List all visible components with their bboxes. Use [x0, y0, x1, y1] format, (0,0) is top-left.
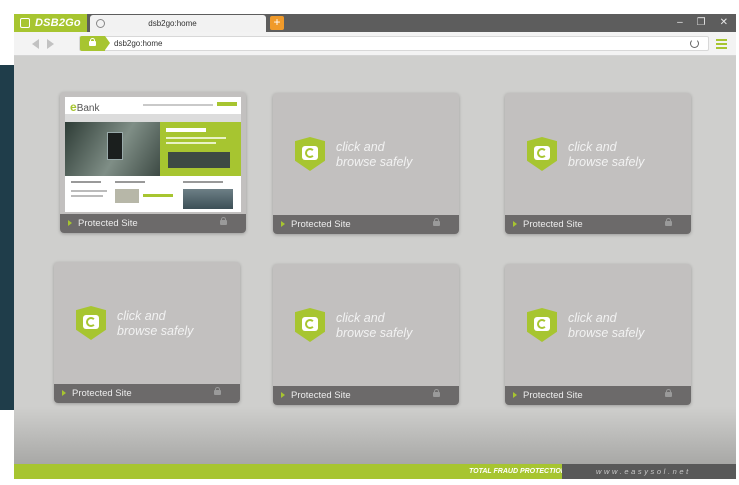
- speed-dial-area: eBank Protected Site click and browse sa…: [14, 56, 736, 464]
- speed-dial-tile-5[interactable]: click and browse safely Protected Site: [273, 264, 459, 405]
- shield-icon: [76, 306, 106, 340]
- window-controls: – ❐ ✕: [677, 15, 728, 31]
- tile-prompt: click and browse safely: [336, 311, 413, 340]
- tile-status-bar: Protected Site: [505, 215, 691, 234]
- arrow-icon: [281, 221, 285, 227]
- secure-lock-badge: [80, 36, 110, 51]
- lock-icon: [214, 387, 221, 395]
- shield-icon: [527, 137, 557, 171]
- arrow-icon: [281, 392, 285, 398]
- url-input[interactable]: dsb2go:home: [79, 36, 709, 51]
- title-bar: DSB2Go dsb2go:home + – ❐ ✕: [14, 14, 736, 32]
- tile-label: Protected Site: [523, 219, 583, 230]
- new-tab-button[interactable]: +: [270, 16, 284, 30]
- close-button[interactable]: ✕: [720, 15, 728, 31]
- site-thumbnail: eBank: [65, 97, 241, 212]
- brand-logo[interactable]: DSB2Go: [14, 14, 87, 32]
- tab-title: dsb2go:home: [148, 19, 197, 28]
- address-bar: dsb2go:home: [14, 32, 736, 56]
- site-logo: eBank: [70, 100, 100, 114]
- tile-label: Protected Site: [78, 218, 138, 229]
- tile-label: Protected Site: [523, 390, 583, 401]
- speed-dial-tile-2[interactable]: click and browse safely Protected Site: [273, 93, 459, 234]
- tile-status-bar: Protected Site: [505, 386, 691, 405]
- tile-label: Protected Site: [72, 388, 132, 399]
- shield-icon: [295, 308, 325, 342]
- tile-prompt: click and browse safely: [568, 140, 645, 169]
- tile-prompt: click and browse safely: [117, 309, 194, 338]
- refresh-icon[interactable]: [690, 39, 699, 48]
- background-side-panel: [0, 65, 14, 410]
- menu-icon[interactable]: [716, 39, 727, 51]
- lock-icon: [220, 217, 227, 225]
- minimize-button[interactable]: –: [677, 15, 683, 31]
- tile-prompt: click and browse safely: [568, 311, 645, 340]
- tile-status-bar: Protected Site: [273, 215, 459, 234]
- speed-dial-tile-3[interactable]: click and browse safely Protected Site: [505, 93, 691, 234]
- arrow-icon: [513, 392, 517, 398]
- tile-label: Protected Site: [291, 219, 351, 230]
- shield-icon: [527, 308, 557, 342]
- shield-icon: [295, 137, 325, 171]
- tile-status-bar: Protected Site: [54, 384, 240, 403]
- tile-status-bar: Protected Site: [273, 386, 459, 405]
- tab-home[interactable]: dsb2go:home: [90, 15, 266, 32]
- back-button[interactable]: [32, 39, 39, 49]
- url-text: dsb2go:home: [114, 39, 163, 48]
- footer-brand: TOTAL FRAUD PROTECTION®: [469, 468, 571, 475]
- arrow-icon: [62, 390, 66, 396]
- restore-button[interactable]: ❐: [697, 15, 706, 31]
- lock-icon: [433, 389, 440, 397]
- footer-bar: TOTAL FRAUD PROTECTION® www.easysol.net: [14, 464, 736, 479]
- app-icon: [20, 18, 30, 28]
- browser-window: DSB2Go dsb2go:home + – ❐ ✕ dsb2go:home e…: [14, 14, 736, 479]
- globe-icon: [96, 19, 105, 28]
- speed-dial-tile-1[interactable]: eBank Protected Site: [60, 92, 246, 233]
- tile-label: Protected Site: [291, 390, 351, 401]
- arrow-icon: [68, 220, 72, 226]
- lock-icon: [665, 389, 672, 397]
- lock-icon: [665, 218, 672, 226]
- lock-icon: [433, 218, 440, 226]
- speed-dial-tile-4[interactable]: click and browse safely Protected Site: [54, 262, 240, 403]
- forward-button[interactable]: [47, 39, 54, 49]
- speed-dial-tile-6[interactable]: click and browse safely Protected Site: [505, 264, 691, 405]
- footer-url[interactable]: www.easysol.net: [596, 464, 691, 479]
- arrow-icon: [513, 221, 517, 227]
- brand-name: DSB2Go: [35, 17, 81, 29]
- tile-status-bar: Protected Site: [60, 214, 246, 233]
- tile-prompt: click and browse safely: [336, 140, 413, 169]
